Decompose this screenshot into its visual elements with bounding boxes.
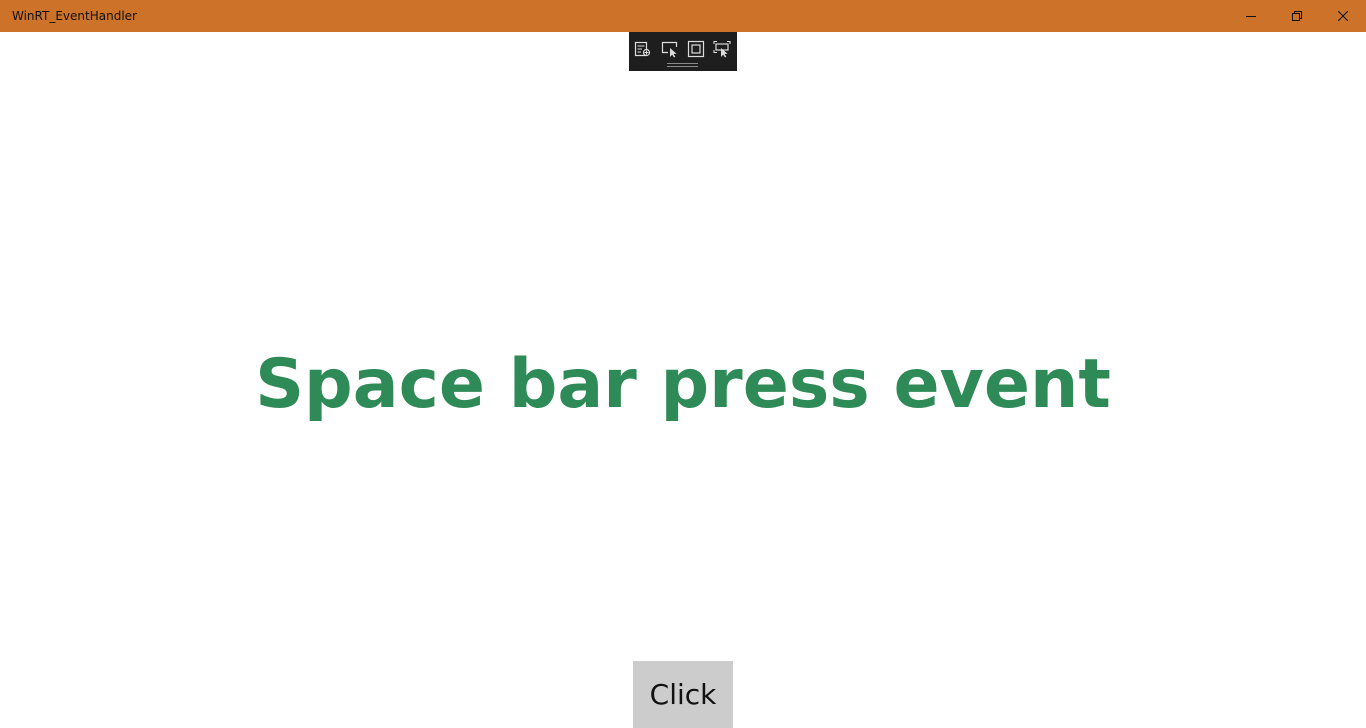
window-title: WinRT_EventHandler [12, 9, 137, 23]
toolbar-drag-handle[interactable] [667, 63, 698, 67]
select-element-button[interactable] [660, 39, 680, 59]
live-visual-tree-button[interactable] [633, 39, 653, 59]
display-layout-adorners-button[interactable] [686, 39, 706, 59]
restore-icon [1292, 11, 1302, 21]
in-app-debug-toolbar [629, 32, 737, 71]
event-status-text: Space bar press event [255, 345, 1111, 424]
close-button[interactable] [1320, 0, 1366, 32]
minimize-icon [1246, 11, 1256, 21]
track-focus-icon [713, 40, 731, 58]
select-element-icon [661, 40, 679, 58]
display-layout-adorners-icon [687, 40, 705, 58]
live-visual-tree-icon [634, 40, 652, 58]
click-button[interactable]: Click [633, 661, 733, 728]
app-window: WinRT_EventHandler Space bar press event… [0, 0, 1366, 728]
track-focus-button[interactable] [712, 39, 732, 59]
minimize-button[interactable] [1228, 0, 1274, 32]
title-bar[interactable]: WinRT_EventHandler [0, 0, 1366, 32]
restore-button[interactable] [1274, 0, 1320, 32]
close-icon [1338, 11, 1348, 21]
